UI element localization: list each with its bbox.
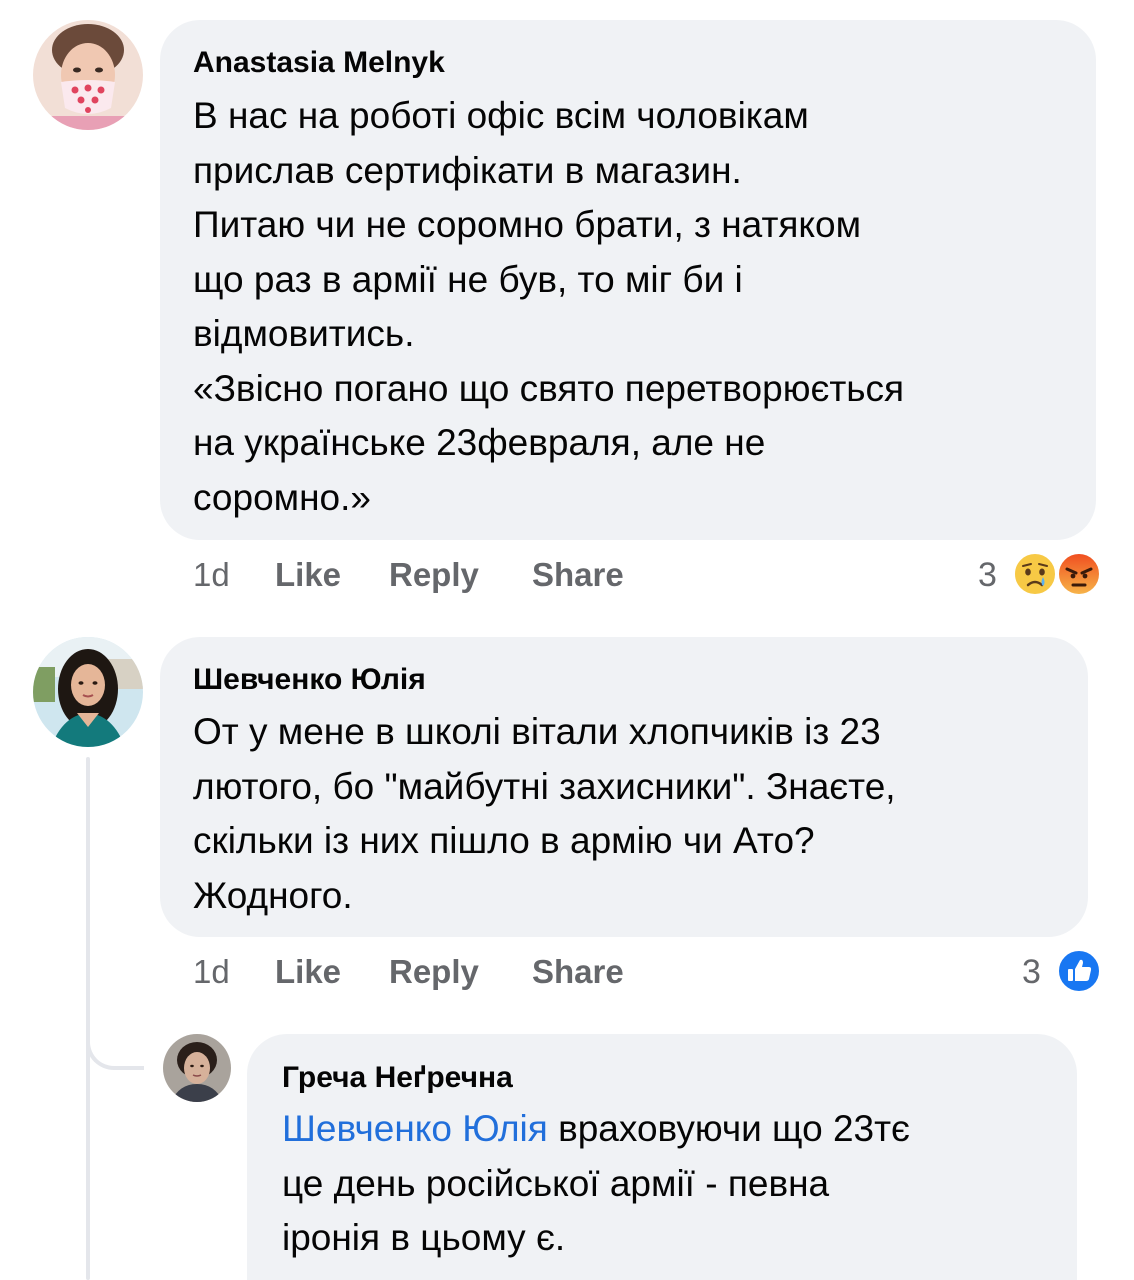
mention-link[interactable]: Шевченко Юлія: [282, 1108, 548, 1149]
comment-actions: 1d Like Reply Share: [193, 553, 653, 597]
comment-author[interactable]: Anastasia Melnyk: [193, 45, 445, 81]
comment-time[interactable]: 1d: [193, 553, 230, 597]
avatar-grecha-negrechna[interactable]: [163, 1034, 231, 1102]
reply-connector: [86, 1000, 144, 1070]
angry-face-icon[interactable]: [1056, 551, 1102, 597]
reply-button[interactable]: Reply: [389, 950, 479, 994]
share-button[interactable]: Share: [532, 553, 624, 597]
share-button[interactable]: Share: [532, 950, 624, 994]
comment-actions: 1d Like Reply Share: [193, 950, 653, 994]
sad-face-icon[interactable]: [1012, 551, 1058, 597]
comment-time[interactable]: 1d: [193, 950, 230, 994]
comment-author[interactable]: Шевченко Юлія: [193, 662, 426, 698]
reply-button[interactable]: Reply: [389, 553, 479, 597]
like-button[interactable]: Like: [275, 553, 341, 597]
avatar-anastasia-melnyk[interactable]: [33, 20, 143, 130]
like-thumb-icon[interactable]: [1056, 948, 1102, 994]
reaction-count[interactable]: 3: [1022, 950, 1041, 994]
comment-text: В нас на роботі офіс всім чоловікам прис…: [193, 95, 905, 518]
avatar-shevchenko-yuliia[interactable]: [33, 637, 143, 747]
reply-author[interactable]: Греча Неґречна: [282, 1060, 513, 1096]
comment-text: От у мене в школі вітали хлопчиків із 23…: [193, 711, 896, 916]
like-button[interactable]: Like: [275, 950, 341, 994]
reaction-count[interactable]: 3: [978, 553, 997, 597]
reply-text: Шевченко Юлія враховуючи що 23тє це день…: [282, 1102, 1067, 1266]
